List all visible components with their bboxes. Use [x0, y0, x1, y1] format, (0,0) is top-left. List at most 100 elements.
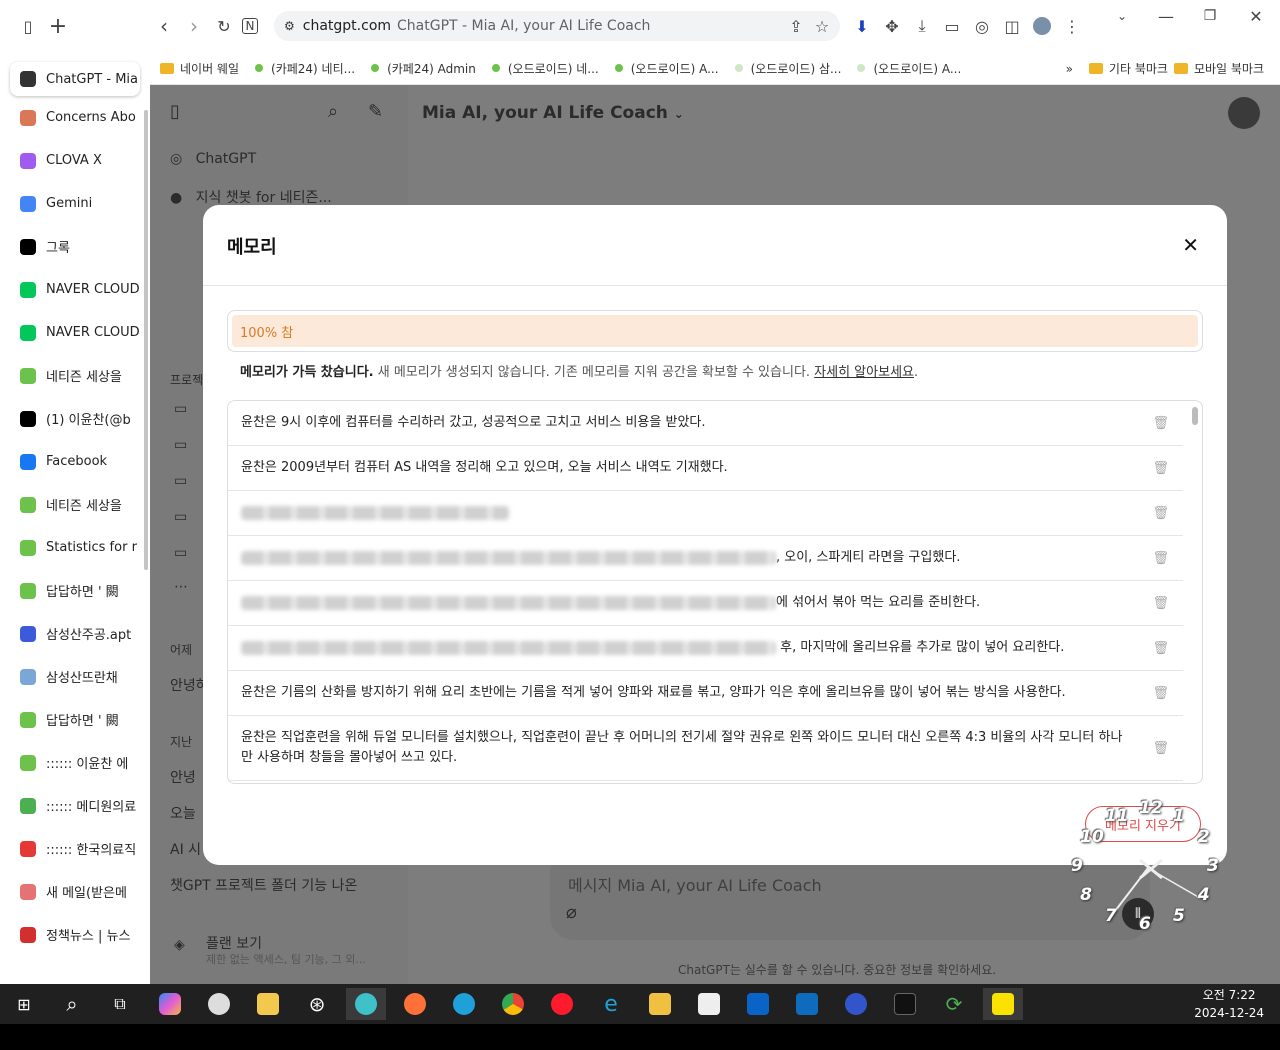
menu-icon[interactable]: ⋮ — [1060, 14, 1084, 38]
memory-list-scrollbar[interactable] — [1192, 407, 1198, 425]
tab-search-icon[interactable]: ⌄ — [1110, 4, 1134, 28]
gpt-title[interactable]: Mia AI, your AI Life Coach ⌄ — [422, 103, 684, 123]
learn-more-link[interactable]: 자세히 알아보세요 — [814, 365, 914, 380]
tab-item[interactable]: CLOVA X — [0, 139, 150, 182]
tab-item[interactable]: 새 메일(받은메 — [0, 870, 150, 913]
sidebar-toggle-icon[interactable]: ▯ — [170, 101, 180, 122]
tab-item[interactable]: 네티즌 세상을 — [0, 483, 150, 526]
chat-item[interactable]: AI 시 — [170, 839, 201, 859]
tab-strip-scrollbar[interactable] — [144, 110, 148, 570]
video-icon[interactable]: ▭ — [940, 14, 964, 38]
tab-item[interactable]: Statistics for r — [0, 526, 150, 569]
chatgpt-icon[interactable]: ⊛ — [297, 988, 337, 1020]
trash-icon[interactable]: 🗑 — [1152, 549, 1169, 569]
extension-download-icon[interactable]: ⬇ — [850, 14, 874, 38]
store-icon[interactable] — [689, 988, 729, 1020]
bookmarks-overflow-icon[interactable]: » — [1066, 62, 1073, 76]
memory-list[interactable]: 윤찬은 9시 이후에 컴퓨터를 수리하러 갔고, 성공적으로 고치고 서비스 비… — [227, 400, 1203, 784]
tab-item[interactable]: 정책뉴스 | 뉴스 — [0, 913, 150, 956]
task-view-icon[interactable]: ⧉ — [100, 988, 140, 1020]
tab-item[interactable]: Gemini — [0, 182, 150, 225]
bookmark-item[interactable]: (카페24) 네티... — [255, 60, 355, 77]
trash-icon[interactable]: 🗑 — [1152, 504, 1169, 524]
tab-item[interactable]: (1) 이윤찬(@b — [0, 397, 150, 440]
new-chat-icon[interactable]: ✎ — [368, 101, 383, 122]
bookmark-folder-mobile[interactable]: 모바일 북마크 — [1173, 60, 1264, 77]
folder-icon[interactable]: ▭ — [174, 401, 187, 417]
tab-item[interactable]: 삼성산뜨란채 — [0, 655, 150, 698]
outlook-classic-icon[interactable] — [787, 988, 827, 1020]
avatar[interactable] — [1228, 97, 1260, 129]
tab-item[interactable]: 답답하면 ' 闕 — [0, 569, 150, 612]
sync-icon[interactable]: ⟳ — [934, 988, 974, 1020]
trash-icon[interactable]: 🗑 — [1152, 639, 1169, 659]
trash-icon[interactable]: 🗑 — [1152, 684, 1169, 704]
app-icon[interactable] — [836, 988, 876, 1020]
system-clock[interactable]: 오전 7:22 2024-12-24 — [1194, 986, 1264, 1022]
tab-item[interactable]: 그록 — [0, 225, 150, 268]
app-icon[interactable] — [248, 988, 288, 1020]
terminal-icon[interactable] — [885, 988, 925, 1020]
bookmark-item[interactable]: 네이버 웨일 — [160, 60, 239, 77]
back-icon[interactable]: ‹ — [152, 14, 176, 38]
tab-item[interactable]: NAVER CLOUD — [0, 268, 150, 311]
bookmark-folder-other[interactable]: 기타 북마크 — [1088, 60, 1168, 77]
share-icon[interactable]: ⇪ — [784, 14, 808, 38]
tab-item[interactable]: NAVER CLOUD — [0, 311, 150, 354]
edge-icon[interactable] — [444, 988, 484, 1020]
window-close-icon[interactable]: ✕ — [1244, 4, 1268, 28]
more-icon[interactable]: ⋯ — [174, 579, 188, 595]
minimize-icon[interactable]: — — [1154, 4, 1178, 28]
tab-item[interactable]: :::::: 이윤찬 에 — [0, 741, 150, 784]
close-icon[interactable]: ✕ — [1182, 233, 1199, 257]
sidebar-item-chatgpt[interactable]: ◎ ChatGPT — [170, 151, 256, 167]
opera-icon[interactable] — [542, 988, 582, 1020]
address-bar[interactable]: ⚙ chatgpt.com ChatGPT - Mia AI, your AI … — [274, 11, 840, 41]
bookmark-item[interactable]: (오드로이드) 삼... — [734, 60, 841, 77]
firefox-icon[interactable] — [395, 988, 435, 1020]
tab-item[interactable]: 삼성산주공.apt — [0, 612, 150, 655]
tab-item[interactable]: Concerns Abo — [0, 96, 150, 139]
search-icon[interactable]: ⌕ — [52, 988, 92, 1020]
forward-icon[interactable]: › — [182, 14, 206, 38]
folder-icon[interactable]: ▭ — [174, 545, 187, 561]
sidebar-toggle-icon[interactable]: ▯ — [16, 14, 40, 38]
trash-icon[interactable]: 🗑 — [1152, 594, 1169, 614]
trash-icon[interactable]: 🗑 — [1152, 459, 1169, 479]
upgrade-title[interactable]: 플랜 보기 — [206, 933, 262, 953]
tab-item[interactable]: :::::: 한국의료직 — [0, 827, 150, 870]
extensions-icon[interactable]: ✥ — [880, 14, 904, 38]
trash-icon[interactable]: 🗑 — [1152, 739, 1169, 759]
capture-icon[interactable]: ◎ — [970, 14, 994, 38]
clock-app-icon[interactable] — [199, 988, 239, 1020]
chat-item[interactable]: 오늘 — [170, 803, 196, 823]
split-view-icon[interactable]: ◫ — [1000, 14, 1024, 38]
tab-item[interactable]: :::::: 메디원의료 — [0, 784, 150, 827]
chat-item[interactable]: 챗GPT 프로젝트 폴더 기능 나온 — [170, 875, 357, 895]
attach-icon[interactable]: ⌀ — [566, 902, 577, 923]
outlook-icon[interactable] — [738, 988, 778, 1020]
bookmark-item[interactable]: (오드로이드) 네... — [491, 60, 599, 77]
bookmark-item[interactable]: (카페24) Admin — [371, 60, 476, 77]
bookmark-item[interactable]: (오드로이드) A... — [857, 60, 961, 77]
downloads-icon[interactable]: ⤓ — [910, 14, 934, 38]
kakaotalk-icon[interactable] — [983, 988, 1023, 1020]
trash-icon[interactable]: 🗑 — [1152, 414, 1169, 434]
windows-start-icon[interactable]: ⊞ — [4, 988, 44, 1020]
tab-item[interactable]: 답답하면 ' 闕 — [0, 698, 150, 741]
bookmark-star-icon[interactable]: ☆ — [810, 14, 834, 38]
tab-item[interactable]: 네티즌 세상을 — [0, 354, 150, 397]
file-explorer-icon[interactable] — [640, 988, 680, 1020]
site-info-icon[interactable]: ⚙ — [284, 19, 295, 33]
whale-browser-icon[interactable] — [346, 988, 386, 1020]
folder-icon[interactable]: ▭ — [174, 509, 187, 525]
reload-icon[interactable]: ↻ — [212, 14, 236, 38]
n-icon[interactable]: N — [242, 18, 258, 34]
search-icon[interactable]: ⌕ — [328, 101, 338, 122]
tab-item[interactable]: ChatGPT - Mia — [10, 62, 140, 96]
folder-icon[interactable]: ▭ — [174, 437, 187, 453]
profile-avatar-icon[interactable] — [1030, 14, 1054, 38]
restore-icon[interactable]: ❐ — [1198, 4, 1222, 28]
folder-icon[interactable]: ▭ — [174, 473, 187, 489]
ie-icon[interactable]: e — [591, 988, 631, 1020]
